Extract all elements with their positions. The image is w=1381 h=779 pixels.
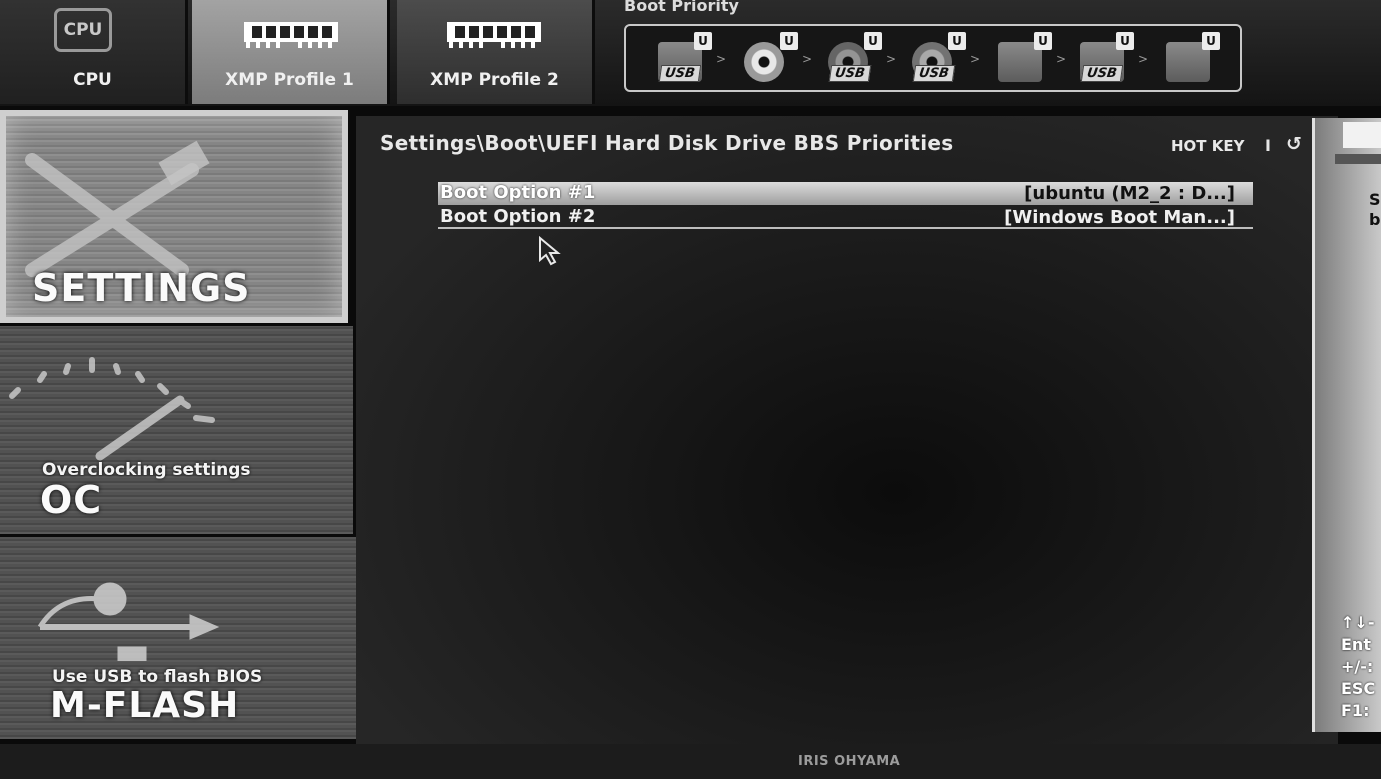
sidebar-mflash-button[interactable]: Use USB to flash BIOS M-FLASH xyxy=(0,537,358,739)
mflash-title: M-FLASH xyxy=(50,685,240,726)
chevron-right-icon: > xyxy=(801,52,812,66)
tab-xmp-profile-2-label: XMP Profile 2 xyxy=(430,70,559,90)
uefi-badge: U xyxy=(1116,32,1134,50)
optical-disc-icon xyxy=(744,42,784,82)
boot-device-optical[interactable]: U > xyxy=(740,32,812,86)
boot-option-value: [ubuntu (M2_2 : D...] xyxy=(1024,183,1235,204)
top-bar: CPU CPU XMP Profile 1 XMP Profile 2 Boot… xyxy=(0,0,1381,106)
boot-option-label: Boot Option #2 xyxy=(440,206,596,227)
boot-device-usb-optical[interactable]: USB U > xyxy=(908,32,980,86)
boot-device-usb-floppy[interactable]: USB U > xyxy=(1076,32,1148,86)
help-panel-header xyxy=(1343,122,1381,148)
boot-option-row-1[interactable]: Boot Option #1 [ubuntu (M2_2 : D...] xyxy=(438,182,1253,205)
chevron-right-icon: > xyxy=(969,52,980,66)
sidebar-settings-button[interactable]: SETTINGS xyxy=(0,110,348,323)
usb-tag: USB xyxy=(912,65,956,82)
help-panel-divider xyxy=(1335,154,1381,164)
sidebar-oc-button[interactable]: Overclocking settings OC xyxy=(0,326,353,534)
boot-device-usb-hdd[interactable]: USB U > xyxy=(824,32,896,86)
tools-icon xyxy=(25,140,210,277)
gauge-icon xyxy=(9,357,215,461)
usb-tag: USB xyxy=(658,65,702,82)
cpu-chip-text: CPU xyxy=(63,20,103,40)
uefi-badge: U xyxy=(1034,32,1052,50)
hotkey-separator: I xyxy=(1265,136,1271,155)
tab-xmp-profile-2[interactable]: XMP Profile 2 xyxy=(397,0,595,104)
chevron-right-icon: > xyxy=(885,52,896,66)
boot-option-label: Boot Option #1 xyxy=(440,182,596,203)
uefi-badge: U xyxy=(864,32,882,50)
mouse-cursor-icon xyxy=(539,236,561,266)
boot-priority-bar: USB U > U > USB U > USB U > U > USB U > … xyxy=(624,24,1242,92)
boot-device-usb-drive[interactable]: USB U > xyxy=(654,32,726,86)
boot-option-row-2[interactable]: Boot Option #2 [Windows Boot Man...] xyxy=(438,206,1253,229)
settings-title: SETTINGS xyxy=(32,266,251,310)
boot-device-network[interactable]: U xyxy=(1162,32,1222,86)
chevron-right-icon: > xyxy=(1137,52,1148,66)
help-panel: S b ↑↓- Ent +/-: ESC F1: xyxy=(1312,118,1381,732)
memory-module-icon xyxy=(447,22,541,48)
tab-xmp-profile-1-label: XMP Profile 1 xyxy=(225,70,354,90)
oc-subtitle: Overclocking settings xyxy=(42,460,251,480)
monitor-brand: IRIS OHYAMA xyxy=(798,754,901,769)
mflash-subtitle: Use USB to flash BIOS xyxy=(52,667,263,687)
oc-title: OC xyxy=(40,478,103,522)
monitor-bezel: IRIS OHYAMA xyxy=(0,744,1381,779)
boot-option-value: [Windows Boot Man...] xyxy=(1004,207,1235,228)
cpu-chip-icon: CPU xyxy=(54,8,112,52)
tab-cpu-label: CPU xyxy=(73,70,112,90)
memory-module-icon xyxy=(244,22,338,48)
back-icon[interactable]: ↺ xyxy=(1286,133,1302,155)
uefi-badge: U xyxy=(1202,32,1220,50)
usb-tag: USB xyxy=(828,65,872,82)
boot-device-hdd[interactable]: U > xyxy=(994,32,1066,86)
tab-cpu[interactable]: CPU CPU xyxy=(0,0,188,104)
key-legend: ↑↓- Ent +/-: ESC F1: xyxy=(1341,613,1376,720)
chevron-right-icon: > xyxy=(1055,52,1066,66)
help-text: S b xyxy=(1369,190,1381,229)
uefi-badge: U xyxy=(948,32,966,50)
usb-icon xyxy=(37,582,220,661)
hotkey-label[interactable]: HOT KEY xyxy=(1171,137,1245,155)
boot-priority-title: Boot Priority xyxy=(624,0,739,15)
breadcrumb: Settings\Boot\UEFI Hard Disk Drive BBS P… xyxy=(380,131,954,155)
tab-xmp-profile-1[interactable]: XMP Profile 1 xyxy=(192,0,390,104)
chevron-right-icon: > xyxy=(715,52,726,66)
uefi-badge: U xyxy=(780,32,798,50)
usb-tag: USB xyxy=(1080,65,1124,82)
uefi-badge: U xyxy=(694,32,712,50)
